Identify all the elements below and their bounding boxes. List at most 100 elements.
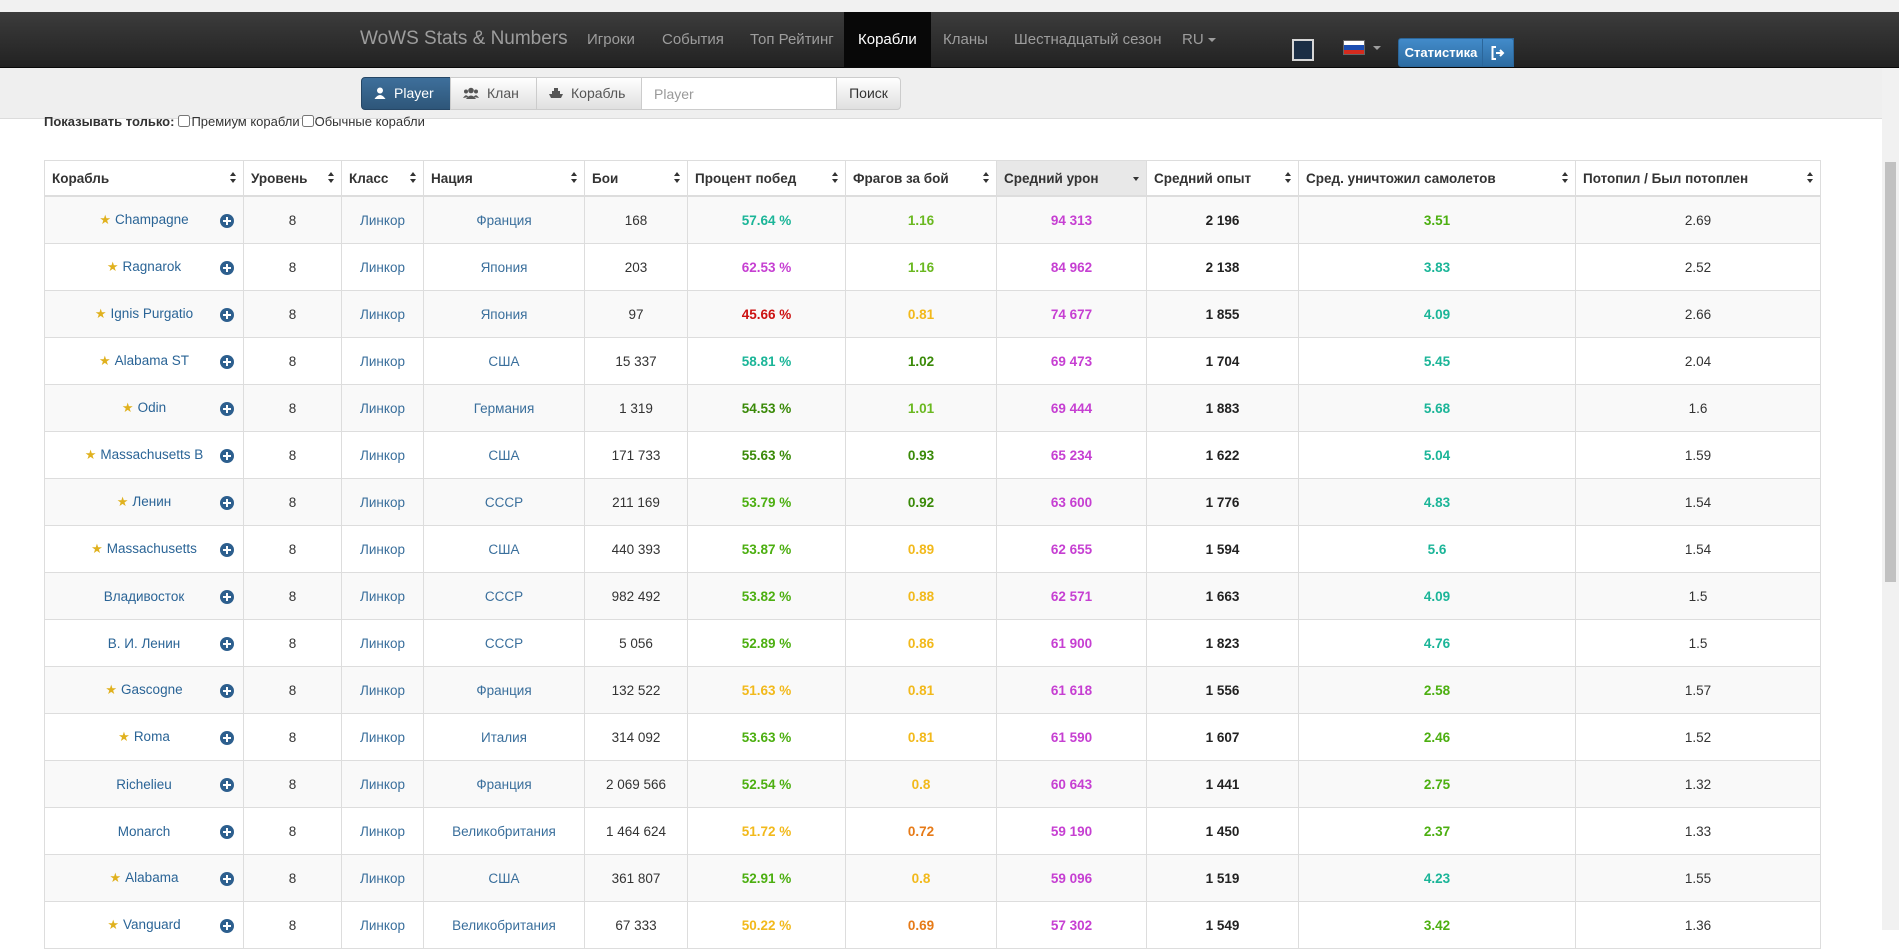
cell-nation[interactable]: Италия (423, 713, 585, 761)
cell-class[interactable]: Линкор (341, 619, 424, 667)
nav-clans[interactable]: Кланы (943, 31, 988, 48)
ship-name-link[interactable]: Roma (134, 729, 170, 744)
cell-frags: 0.8 (845, 854, 997, 902)
ship-name-link[interactable]: Massachusetts B (100, 447, 203, 462)
col-xp[interactable]: Средний опыт (1146, 160, 1299, 197)
sort-icon (328, 172, 335, 184)
nav-events[interactable]: События (662, 31, 724, 48)
regular-checkbox[interactable] (301, 115, 314, 127)
ship-name-link[interactable]: Gascogne (121, 682, 183, 697)
nav-ships[interactable]: Корабли (844, 12, 931, 67)
col-ship[interactable]: Корабль (44, 160, 244, 197)
cell-class[interactable]: Линкор (341, 760, 424, 808)
add-circle-icon[interactable] (220, 825, 234, 839)
cell-class[interactable]: Линкор (341, 807, 424, 855)
ship-name-link[interactable]: Ragnarok (123, 259, 182, 274)
cell-class[interactable]: Линкор (341, 854, 424, 902)
nav-region-dropdown[interactable]: RU (1182, 31, 1216, 48)
col-class[interactable]: Класс (341, 160, 424, 197)
add-circle-icon[interactable] (220, 261, 234, 275)
cell-class[interactable]: Линкор (341, 901, 424, 949)
ship-name-link[interactable]: Massachusetts (107, 541, 197, 556)
col-winrate[interactable]: Процент побед (687, 160, 846, 197)
ship-name-link[interactable]: Richelieu (116, 777, 172, 792)
add-circle-icon[interactable] (220, 402, 234, 416)
ship-name-link[interactable]: Владивосток (104, 589, 185, 604)
ship-name-link[interactable]: Ignis Purgatio (111, 306, 194, 321)
cell-class[interactable]: Линкор (341, 666, 424, 714)
search-type-ship[interactable]: Корабль (536, 77, 642, 110)
add-circle-icon[interactable] (220, 308, 234, 322)
cell-class[interactable]: Линкор (341, 290, 424, 338)
add-circle-icon[interactable] (220, 590, 234, 604)
premium-checkbox[interactable] (178, 115, 191, 127)
col-frags[interactable]: Фрагов за бой (845, 160, 997, 197)
cell-nation[interactable]: СССР (423, 572, 585, 620)
col-battles[interactable]: Бои (584, 160, 688, 197)
cell-nation[interactable]: США (423, 525, 585, 573)
add-circle-icon[interactable] (220, 872, 234, 886)
cell-damage: 62 571 (996, 572, 1147, 620)
cell-planes: 4.09 (1298, 290, 1576, 338)
cell-class[interactable]: Линкор (341, 431, 424, 479)
cell-ship: ★ Roma (44, 713, 244, 761)
cell-class[interactable]: Линкор (341, 525, 424, 573)
add-circle-icon[interactable] (220, 543, 234, 557)
ship-name-link[interactable]: Odin (138, 400, 167, 415)
col-planes[interactable]: Сред. уничтожил самолетов (1298, 160, 1576, 197)
cell-nation[interactable]: Великобритания (423, 807, 585, 855)
add-circle-icon[interactable] (220, 214, 234, 228)
cell-class[interactable]: Линкор (341, 243, 424, 291)
ship-name-link[interactable]: Alabama (125, 870, 178, 885)
cell-frags: 0.81 (845, 666, 997, 714)
ship-name-link[interactable]: Alabama ST (115, 353, 189, 368)
theme-color-swatch[interactable] (1292, 39, 1314, 61)
cell-nation[interactable]: Япония (423, 290, 585, 338)
search-button[interactable]: Поиск (836, 77, 901, 110)
cell-nation[interactable]: США (423, 337, 585, 385)
cell-class[interactable]: Линкор (341, 337, 424, 385)
cell-nation[interactable]: Франция (423, 666, 585, 714)
add-circle-icon[interactable] (220, 778, 234, 792)
cell-kd: 1.32 (1575, 760, 1821, 808)
add-circle-icon[interactable] (220, 731, 234, 745)
nav-players[interactable]: Игроки (587, 31, 635, 48)
col-tier[interactable]: Уровень (243, 160, 342, 197)
ship-name-link[interactable]: В. И. Ленин (108, 636, 181, 651)
add-circle-icon[interactable] (220, 496, 234, 510)
nav-season[interactable]: Шестнадцатый сезон (1014, 31, 1162, 48)
scrollbar-thumb[interactable] (1885, 162, 1896, 582)
ship-name-link[interactable]: Monarch (118, 824, 171, 839)
add-circle-icon[interactable] (220, 684, 234, 698)
cell-class[interactable]: Линкор (341, 195, 424, 244)
cell-nation[interactable]: Великобритания (423, 901, 585, 949)
search-type-player[interactable]: Player (361, 77, 451, 110)
add-circle-icon[interactable] (220, 919, 234, 933)
nav-top-rating[interactable]: Топ Рейтинг (750, 31, 834, 48)
ship-name-link[interactable]: Ленин (132, 494, 171, 509)
col-damage[interactable]: Средний урон (996, 160, 1147, 197)
cell-class[interactable]: Линкор (341, 384, 424, 432)
logout-button[interactable] (1482, 38, 1514, 67)
cell-nation[interactable]: Франция (423, 760, 585, 808)
cell-class[interactable]: Линкор (341, 478, 424, 526)
cell-nation[interactable]: Япония (423, 243, 585, 291)
col-nation[interactable]: Нация (423, 160, 585, 197)
ship-name-link[interactable]: Champagne (115, 212, 189, 227)
col-kd[interactable]: Потопил / Был потоплен (1575, 160, 1821, 197)
cell-nation[interactable]: США (423, 431, 585, 479)
cell-nation[interactable]: Германия (423, 384, 585, 432)
page-scrollbar[interactable] (1882, 68, 1899, 930)
brand-link[interactable]: WoWS Stats & Numbers (360, 28, 568, 50)
add-circle-icon[interactable] (220, 449, 234, 463)
cell-class[interactable]: Линкор (341, 713, 424, 761)
search-input[interactable] (641, 77, 837, 110)
cell-class[interactable]: Линкор (341, 572, 424, 620)
cell-nation[interactable]: СССР (423, 619, 585, 667)
cell-nation[interactable]: Франция (423, 195, 585, 244)
cell-nation[interactable]: СССР (423, 478, 585, 526)
add-circle-icon[interactable] (220, 355, 234, 369)
cell-nation[interactable]: США (423, 854, 585, 902)
add-circle-icon[interactable] (220, 637, 234, 651)
search-type-clan[interactable]: Клан (450, 77, 537, 110)
